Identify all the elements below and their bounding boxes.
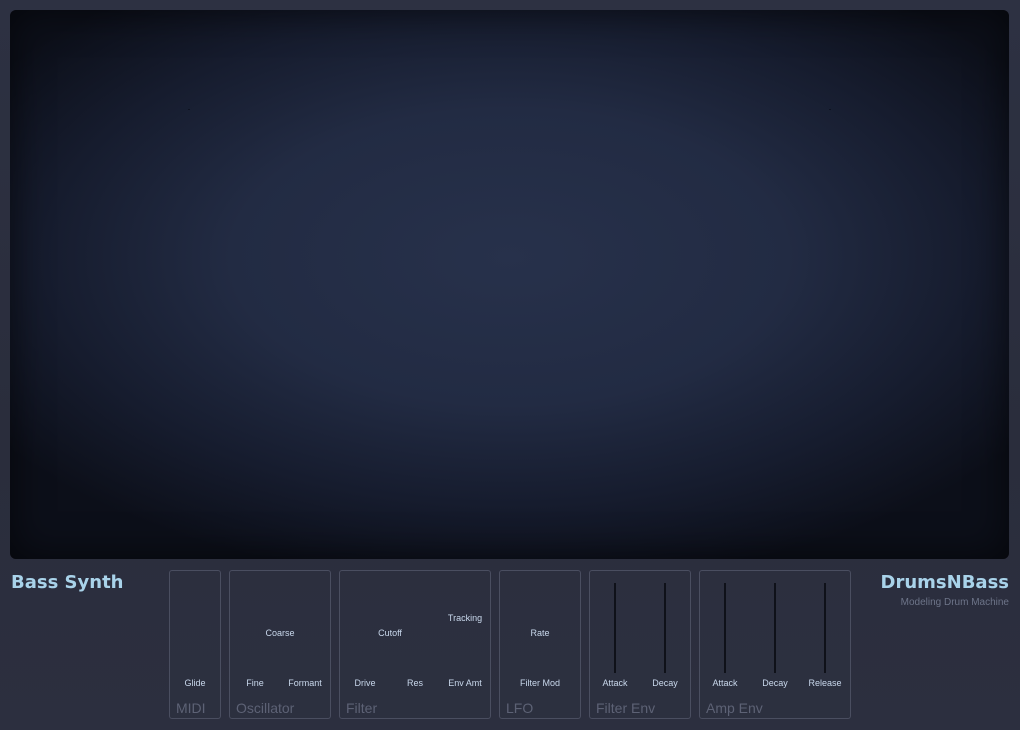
amp-env-release-label: Release: [808, 678, 842, 688]
filter-env-section-label: Filter Env: [596, 700, 656, 716]
rate-control[interactable]: Rate: [530, 628, 549, 638]
display-marker-left: [188, 109, 190, 110]
coarse-control[interactable]: Coarse: [265, 628, 294, 638]
amp-env-section-label: Amp Env: [706, 700, 763, 716]
filter-section-label: Filter: [346, 700, 378, 716]
env-amt-control[interactable]: Env Amt: [448, 678, 482, 688]
amp-env-attack-label: Attack: [712, 678, 738, 688]
filter-env-attack-slider[interactable]: [614, 583, 616, 673]
tracking-control[interactable]: Tracking: [448, 613, 482, 623]
glide-control[interactable]: Glide: [184, 678, 205, 688]
res-control[interactable]: Res: [407, 678, 423, 688]
filter-section: Cutoff Tracking Drive Res Env Amt Filter: [339, 570, 491, 719]
filter-env-decay-slider[interactable]: [664, 583, 666, 673]
filter-env-decay-label: Decay: [652, 678, 678, 688]
brand-subtitle: Modeling Drum Machine: [900, 597, 1009, 608]
brand-name: DrumsNBass: [880, 572, 1009, 593]
lfo-section-label: LFO: [506, 700, 534, 716]
amp-env-section: Attack Decay Release Amp Env: [699, 570, 851, 719]
drive-control[interactable]: Drive: [354, 678, 375, 688]
cutoff-control[interactable]: Cutoff: [378, 628, 402, 638]
lfo-section: Rate Filter Mod LFO: [499, 570, 581, 719]
display-marker-right: [829, 109, 831, 110]
amp-env-decay-slider[interactable]: [774, 583, 776, 673]
app-title: Bass Synth: [11, 572, 124, 593]
amp-env-attack-slider[interactable]: [724, 583, 726, 673]
filter-mod-control[interactable]: Filter Mod: [520, 678, 560, 688]
midi-section-label: MIDI: [176, 700, 206, 716]
visualizer-display: [10, 10, 1009, 559]
midi-section: Glide MIDI: [169, 570, 221, 719]
oscillator-section-label: Oscillator: [236, 700, 295, 716]
amp-env-decay-label: Decay: [762, 678, 788, 688]
filter-env-section: Attack Decay Filter Env: [589, 570, 691, 719]
amp-env-release-slider[interactable]: [824, 583, 826, 673]
filter-env-attack-label: Attack: [602, 678, 628, 688]
oscillator-section: Coarse Fine Formant Oscillator: [229, 570, 331, 719]
fine-control[interactable]: Fine: [246, 678, 264, 688]
formant-control[interactable]: Formant: [288, 678, 322, 688]
